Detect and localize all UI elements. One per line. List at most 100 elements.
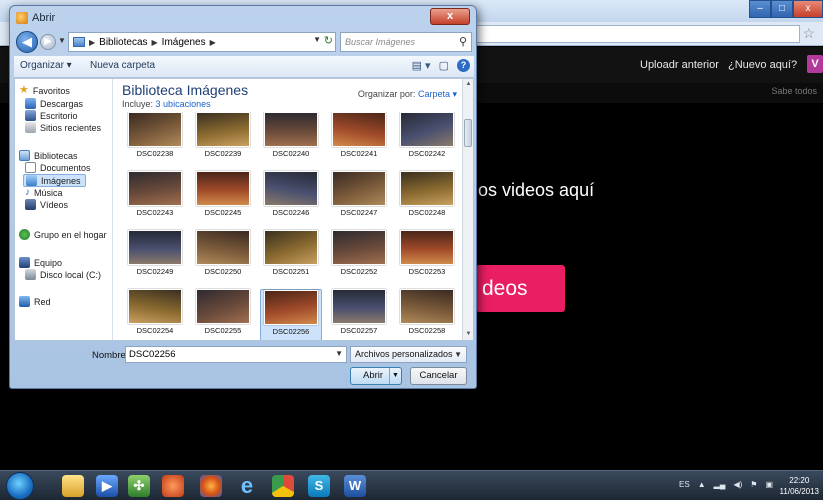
file-thumbnail[interactable]: DSC02248 bbox=[396, 171, 458, 223]
vertical-scrollbar[interactable]: ▲ ▼ bbox=[462, 79, 473, 340]
flag-icon[interactable]: ⚑ bbox=[750, 480, 757, 489]
nav-item-network[interactable]: Red bbox=[19, 296, 51, 307]
breadcrumb-separator-icon[interactable]: ▶ bbox=[152, 38, 158, 47]
close-button[interactable]: x bbox=[793, 0, 823, 18]
photo-thumbnail-icon bbox=[128, 171, 182, 206]
maximize-button[interactable]: □ bbox=[771, 0, 793, 18]
scroll-down-icon[interactable]: ▼ bbox=[463, 329, 474, 340]
filename-input[interactable] bbox=[126, 347, 326, 362]
photo-thumbnail-icon bbox=[332, 112, 386, 147]
file-thumbnail[interactable]: DSC02239 bbox=[192, 112, 254, 164]
language-indicator[interactable]: ES bbox=[679, 480, 690, 489]
new-folder-button[interactable]: Nueva carpeta bbox=[90, 60, 155, 71]
address-dropdown-icon[interactable]: ▼ bbox=[313, 35, 321, 44]
file-thumbnail[interactable]: DSC02245 bbox=[192, 171, 254, 223]
photo-thumbnail-icon bbox=[128, 230, 182, 265]
chrome-icon[interactable] bbox=[272, 475, 294, 497]
file-thumbnail[interactable]: DSC02257 bbox=[328, 289, 390, 340]
cancel-button[interactable]: Cancelar bbox=[410, 367, 467, 385]
nav-item-documents[interactable]: Documentos bbox=[25, 162, 91, 173]
file-thumbnail[interactable]: DSC02250 bbox=[192, 230, 254, 282]
help-icon[interactable]: ? bbox=[457, 59, 470, 72]
nav-item-downloads[interactable]: Descargas bbox=[25, 98, 83, 109]
favorites-star-icon: ★ bbox=[19, 84, 29, 96]
media-player-icon[interactable]: ▶ bbox=[96, 475, 118, 497]
skype-icon[interactable]: S bbox=[308, 475, 330, 497]
search-icon[interactable]: ⚲ bbox=[459, 35, 467, 48]
file-thumbnail[interactable]: DSC02253 bbox=[396, 230, 458, 282]
file-thumbnail[interactable]: DSC02243 bbox=[124, 171, 186, 223]
disk-drive-icon bbox=[25, 269, 36, 280]
show-hidden-icons-icon[interactable]: ▲ bbox=[698, 480, 706, 489]
organize-button[interactable]: Organizar ▾ bbox=[20, 60, 72, 71]
back-button[interactable]: ◀ bbox=[16, 31, 38, 53]
file-name-label: DSC02254 bbox=[136, 326, 174, 335]
file-thumbnail[interactable]: DSC02258 bbox=[396, 289, 458, 340]
site-logo-icon[interactable]: V bbox=[807, 55, 823, 73]
firefox-icon[interactable] bbox=[200, 475, 222, 497]
filename-dropdown-icon[interactable]: ▼ bbox=[335, 349, 343, 358]
dialog-close-button[interactable]: x bbox=[430, 8, 470, 25]
file-thumbnail[interactable]: DSC02246 bbox=[260, 171, 322, 223]
file-name-label: DSC02240 bbox=[272, 149, 310, 158]
network-tray-icon[interactable]: ▣ bbox=[765, 480, 773, 489]
file-thumbnail[interactable]: DSC02241 bbox=[328, 112, 390, 164]
nav-item-desktop[interactable]: Escritorio bbox=[25, 110, 78, 121]
word-icon[interactable]: W bbox=[344, 475, 366, 497]
file-thumbnail[interactable]: DSC02254 bbox=[124, 289, 186, 340]
minimize-button[interactable]: – bbox=[749, 0, 771, 18]
file-thumbnail[interactable]: DSC02242 bbox=[396, 112, 458, 164]
url-field[interactable] bbox=[470, 25, 800, 43]
file-thumbnail[interactable]: DSC02238 bbox=[124, 112, 186, 164]
nav-item-recent[interactable]: Sitios recientes bbox=[25, 122, 101, 133]
breadcrumb[interactable]: ▶ Bibliotecas ▶ Imágenes ▶ ▼ ↻ bbox=[68, 32, 336, 52]
app-orange-icon[interactable] bbox=[162, 475, 184, 497]
arrange-by-dropdown[interactable]: Carpeta ▾ bbox=[418, 89, 457, 99]
filetype-select[interactable]: Archivos personalizados ▼ bbox=[350, 346, 467, 363]
clock[interactable]: 22:20 11/06/2013 bbox=[780, 475, 819, 497]
open-options-dropdown-icon[interactable]: ▼ bbox=[389, 368, 401, 384]
file-name-label: DSC02247 bbox=[340, 208, 378, 217]
nav-item-music[interactable]: ♪ Música bbox=[25, 187, 63, 198]
library-locations-link[interactable]: 3 ubicaciones bbox=[156, 99, 211, 109]
upload-videos-button[interactable]: deos bbox=[476, 265, 565, 312]
subbar-link[interactable]: Sabe todos bbox=[771, 86, 817, 96]
nav-previous-uploads[interactable]: Uploadr anterior bbox=[640, 59, 719, 71]
nav-item-libraries[interactable]: Bibliotecas bbox=[19, 150, 78, 161]
file-thumbnail[interactable]: DSC02255 bbox=[192, 289, 254, 340]
nav-item-videos[interactable]: Vídeos bbox=[25, 199, 68, 210]
file-thumbnail[interactable]: DSC02249 bbox=[124, 230, 186, 282]
scroll-up-icon[interactable]: ▲ bbox=[463, 79, 474, 90]
preview-pane-icon[interactable]: ▢ bbox=[439, 59, 449, 72]
nav-item-favorites[interactable]: ★ Favoritos bbox=[19, 85, 70, 96]
search-input[interactable] bbox=[341, 33, 451, 51]
nav-new-here[interactable]: ¿Nuevo aquí? bbox=[728, 59, 797, 71]
start-button[interactable] bbox=[6, 472, 34, 500]
file-thumbnail[interactable]: DSC02240 bbox=[260, 112, 322, 164]
breadcrumb-separator-icon[interactable]: ▶ bbox=[89, 38, 95, 47]
nav-item-homegroup[interactable]: Grupo en el hogar bbox=[19, 229, 107, 240]
volume-icon[interactable]: ◀) bbox=[733, 480, 742, 489]
refresh-icon[interactable]: ↻ bbox=[324, 34, 333, 47]
change-view-icon[interactable]: ▤ ▾ bbox=[412, 59, 431, 72]
breadcrumb-separator-icon[interactable]: ▶ bbox=[210, 38, 216, 47]
file-thumbnail[interactable]: DSC02256 bbox=[260, 289, 322, 340]
file-thumbnail[interactable]: DSC02247 bbox=[328, 171, 390, 223]
breadcrumb-item-images[interactable]: Imágenes bbox=[162, 37, 206, 48]
internet-explorer-icon[interactable]: e bbox=[236, 475, 258, 497]
tools-icon[interactable]: ✣ bbox=[128, 475, 150, 497]
scrollbar-thumb[interactable] bbox=[464, 119, 472, 147]
open-button[interactable]: Abrir ▼ bbox=[350, 367, 402, 385]
file-thumbnail[interactable]: DSC02252 bbox=[328, 230, 390, 282]
breadcrumb-item-libraries[interactable]: Bibliotecas bbox=[99, 37, 147, 48]
nav-item-computer[interactable]: Equipo bbox=[19, 257, 62, 268]
forward-button[interactable]: ▶ bbox=[40, 34, 56, 50]
nav-item-images[interactable]: Imágenes bbox=[23, 174, 86, 187]
explorer-icon[interactable] bbox=[62, 475, 84, 497]
history-dropdown-icon[interactable]: ▼ bbox=[58, 36, 66, 45]
bookmark-star-icon[interactable]: ☆ bbox=[802, 25, 815, 42]
file-thumbnail[interactable]: DSC02251 bbox=[260, 230, 322, 282]
nav-item-local-disk[interactable]: Disco local (C:) bbox=[25, 269, 101, 280]
photo-thumbnail-icon bbox=[196, 230, 250, 265]
signal-icon[interactable]: ▂▄ bbox=[714, 480, 726, 489]
